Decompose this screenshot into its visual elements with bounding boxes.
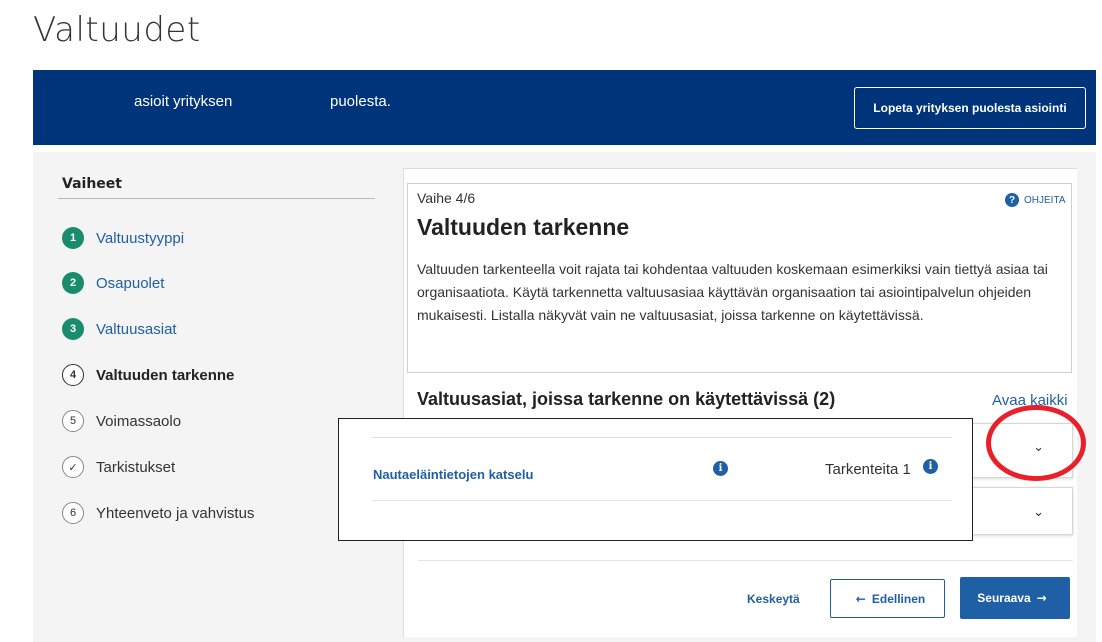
help-icon: ? xyxy=(1005,193,1019,207)
step-valtuusasiat[interactable]: 3 Valtuusasiat xyxy=(62,316,177,342)
org-banner: asioit yrityksen puolesta. Lopeta yrityk… xyxy=(33,70,1096,145)
check-icon: ✓ xyxy=(62,456,84,478)
step-label: Valtuusasiat xyxy=(96,320,177,338)
chevron-down-icon[interactable]: ⌄ xyxy=(1033,504,1044,520)
page-title: Valtuudet xyxy=(33,10,201,50)
divider xyxy=(372,500,952,501)
permission-item-link[interactable]: Nautaeläintietojen katselu xyxy=(373,467,533,482)
step-label: Tarkistukset xyxy=(96,458,176,476)
banner-text-right: puolesta. xyxy=(330,93,391,110)
info-icon[interactable]: i xyxy=(923,459,938,474)
step-yhteenveto: 6 Yhteenveto ja vahvistus xyxy=(62,500,254,526)
step-label: Valtuustyyppi xyxy=(96,229,185,247)
step-valtuustyyppi[interactable]: 1 Valtuustyyppi xyxy=(62,225,184,251)
banner-text-left: asioit yrityksen xyxy=(134,93,233,110)
section-title: Valtuuden tarkenne xyxy=(417,214,630,240)
previous-button[interactable]: ← Edellinen xyxy=(830,579,945,618)
step-label: Voimassaolo xyxy=(96,412,182,430)
step-voimassaolo: 5 Voimassaolo xyxy=(62,408,181,434)
step-number-badge: 1 xyxy=(62,227,84,249)
section-description: Valtuuden tarkenteella voit rajata tai k… xyxy=(417,261,1048,323)
step-label: Osapuolet xyxy=(96,274,165,292)
info-icon[interactable]: i xyxy=(713,461,728,476)
step-number-badge: 6 xyxy=(62,502,84,524)
step-number-badge: 5 xyxy=(62,410,84,432)
steps-title: Vaiheet xyxy=(62,176,122,192)
stop-company-session-button[interactable]: Lopeta yrityksen puolesta asiointi xyxy=(854,87,1086,129)
step-label: Yhteenveto ja vahvistus xyxy=(96,504,255,522)
divider xyxy=(418,560,1073,561)
step-tarkistukset: ✓ Tarkistukset xyxy=(62,454,175,480)
step-indicator: Vaihe 4/6 xyxy=(417,190,476,206)
previous-label: Edellinen xyxy=(871,591,926,606)
step-label: Valtuuden tarkenne xyxy=(96,366,235,384)
highlight-box: Nautaeläintietojen katselu i Tarkenteita… xyxy=(338,418,973,541)
highlight-ring xyxy=(986,405,1086,481)
steps-divider xyxy=(58,198,375,199)
arrow-left-icon: ← xyxy=(855,591,866,606)
step-number-badge: 2 xyxy=(62,272,84,294)
cancel-link[interactable]: Keskeytä xyxy=(747,592,800,606)
step-valtuuden-tarkenne: 4 Valtuuden tarkenne xyxy=(62,362,234,388)
divider xyxy=(372,437,952,438)
step-number-badge: 4 xyxy=(62,364,84,386)
list-title: Valtuusasiat, joissa tarkenne on käytett… xyxy=(417,389,836,409)
help-label: OHJEITA xyxy=(1024,194,1066,206)
step-number-badge: 3 xyxy=(62,318,84,340)
help-link[interactable]: ? OHJEITA xyxy=(1005,193,1065,207)
refinement-count: Tarkenteita 1 xyxy=(825,461,911,478)
next-label: Seuraava xyxy=(977,591,1031,605)
arrow-right-icon: → xyxy=(1036,591,1047,605)
next-button[interactable]: Seuraava → xyxy=(960,577,1070,619)
step-osapuolet[interactable]: 2 Osapuolet xyxy=(62,270,164,296)
